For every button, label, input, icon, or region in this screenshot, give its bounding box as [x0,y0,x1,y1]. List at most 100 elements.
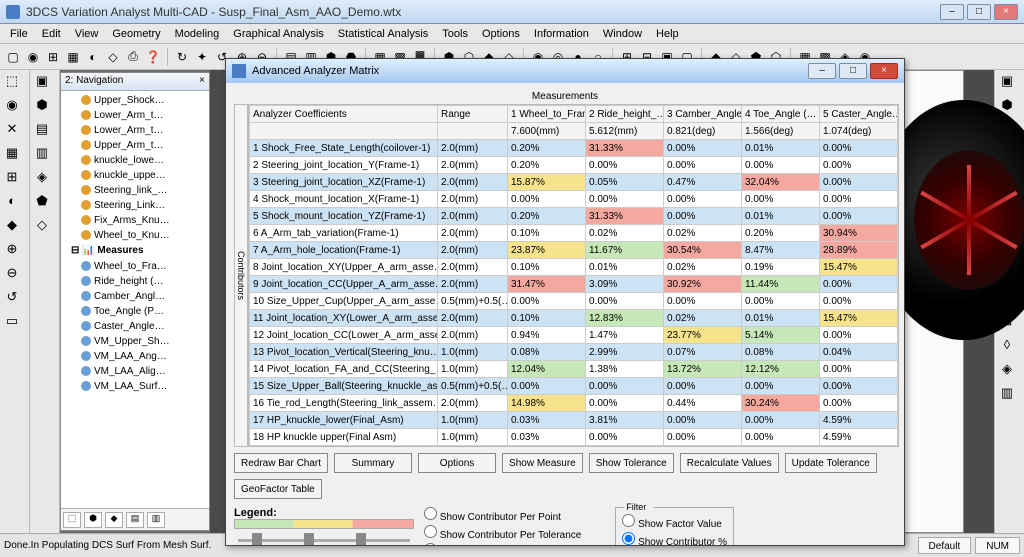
tree-item[interactable]: Steering_Link… [63,198,207,213]
tree-item[interactable]: VM_LAA_Alig… [63,364,207,379]
tree-item[interactable]: Upper_Arm_t… [63,138,207,153]
tb-icon[interactable]: ◆ [2,216,22,236]
grid-header[interactable]: 1 Wheel_to_Frame_r… [508,106,586,123]
tb-icon[interactable]: ▣ [997,72,1017,92]
toolbar-button[interactable]: ◇ [104,48,122,66]
tree-item[interactable]: VM_LAA_Ang… [63,349,207,364]
grid-row-label[interactable]: 9 Joint_location_CC(Upper_A_arm_asse… [250,276,438,293]
redrawправbarправchart-button[interactable]: Redraw Bar Chart [234,453,328,473]
radio-option[interactable] [424,543,437,545]
grid-row-label[interactable]: 8 Joint_location_XY(Upper_A_arm_asse… [250,259,438,276]
nav-header[interactable]: 2: Navigation × [61,73,209,91]
tb-icon[interactable]: ▣ [32,72,52,92]
showправmeasure-button[interactable]: Show Measure [502,453,583,473]
menu-window[interactable]: Window [597,26,648,42]
updateправtolerance-button[interactable]: Update Tolerance [785,453,877,473]
close-button[interactable]: × [994,4,1018,20]
grid-row-label[interactable]: 10 Size_Upper_Cup(Upper_A_arm_asse… [250,293,438,310]
summary-button[interactable]: Summary [334,453,412,473]
tb-icon[interactable]: ▦ [2,144,22,164]
tb-icon[interactable]: ⬟ [32,192,52,212]
tb-icon[interactable]: ⬢ [32,96,52,116]
tb-icon[interactable]: ⊕ [2,240,22,260]
tree-group-measures[interactable]: ⊟ 📊 Measures [63,243,207,259]
contributors-tab[interactable]: Contributors [234,104,248,447]
tree-item[interactable]: Lower_Arm_t… [63,123,207,138]
nav-btn[interactable]: ⬢ [84,512,102,528]
tree-item[interactable]: Wheel_to_Knu… [63,228,207,243]
grid-header[interactable]: 2 Ride_height_… [586,106,664,123]
toolbar-button[interactable]: ❓ [144,48,162,66]
menu-file[interactable]: File [4,26,34,42]
menu-view[interactable]: View [69,26,105,42]
tree-item[interactable]: knuckle_uppe… [63,168,207,183]
grid-row-label[interactable]: 17 HP_knuckle_lower(Final_Asm) [250,412,438,429]
grid-header[interactable]: 4 Toe_Angle (… [742,106,820,123]
grid-header[interactable]: Analyzer Coefficients [250,106,438,123]
tree-item[interactable]: Steering_link_… [63,183,207,198]
toolbar-button[interactable]: ▢ [4,48,22,66]
grid-row-label[interactable]: 16 Tie_rod_Length(Steering_link_assem… [250,395,438,412]
grid-row-label[interactable]: 14 Pivot_location_FA_and_CC(Steering_… [250,361,438,378]
tb-icon[interactable]: ◐ [2,192,22,212]
grid-row-label[interactable]: 3 Steering_joint_location_XZ(Frame-1) [250,174,438,191]
showправtolerance-button[interactable]: Show Tolerance [589,453,674,473]
grid-header[interactable]: 5 Caster_Angle… [820,106,898,123]
tb-icon[interactable]: ⬚ [2,72,22,92]
grid-row-label[interactable]: 2 Steering_joint_location_Y(Frame-1) [250,157,438,174]
tree-item[interactable]: Upper_Shock… [63,93,207,108]
menu-information[interactable]: Information [528,26,595,42]
nav-tree[interactable]: Upper_Shock…Lower_Arm_t…Lower_Arm_t…Uppe… [61,91,209,508]
geofactorправtable-button[interactable]: GeoFactor Table [234,479,322,499]
radio-option[interactable] [622,514,635,527]
toolbar-button[interactable]: ◐ [84,48,102,66]
status-default[interactable]: Default [918,537,972,554]
toolbar-button[interactable]: ▦ [64,48,82,66]
radio-option[interactable] [424,525,437,538]
recalculateправvalues-button[interactable]: Recalculate Values [680,453,779,473]
tb-icon[interactable]: ✕ [2,120,22,140]
grid-row-label[interactable]: 1 Shock_Free_State_Length(coilover-1) [250,140,438,157]
menu-graphical-analysis[interactable]: Graphical Analysis [227,26,330,42]
menu-statistical-analysis[interactable]: Statistical Analysis [332,26,434,42]
minimize-button[interactable]: ‒ [940,4,964,20]
grid-row-label[interactable]: 5 Shock_mount_location_YZ(Frame-1) [250,208,438,225]
options-button[interactable]: Options [418,453,496,473]
tb-icon[interactable]: ▥ [997,384,1017,404]
grid-row-label[interactable]: 4 Shock_mount_location_X(Frame-1) [250,191,438,208]
menu-modeling[interactable]: Modeling [169,26,226,42]
menu-help[interactable]: Help [650,26,685,42]
menu-tools[interactable]: Tools [436,26,474,42]
dialog-max-button[interactable]: □ [839,63,867,79]
dialog-titlebar[interactable]: Advanced Analyzer Matrix ‒ □ × [226,59,904,83]
grid-header[interactable]: Range [438,106,508,123]
tree-item[interactable]: VM_Upper_Sh… [63,334,207,349]
tree-item[interactable]: Camber_Angl… [63,289,207,304]
grid-row-label[interactable]: 15 Size_Upper_Ball(Steering_knuckle_as… [250,378,438,395]
maximize-button[interactable]: □ [967,4,991,20]
tb-icon[interactable]: ◊ [997,336,1017,356]
grid-row-label[interactable]: 6 A_Arm_tab_variation(Frame-1) [250,225,438,242]
tb-icon[interactable]: ▥ [32,144,52,164]
nav-btn[interactable]: ▥ [147,512,165,528]
tree-item[interactable]: Toe_Angle (P… [63,304,207,319]
tb-icon[interactable]: ⊞ [2,168,22,188]
tb-icon[interactable]: ▤ [32,120,52,140]
grid-header[interactable]: 3 Camber_Angle… [664,106,742,123]
tb-icon[interactable]: ◉ [2,96,22,116]
grid-row-label[interactable]: 13 Pivot_location_Vertical(Steering_knu… [250,344,438,361]
nav-btn[interactable]: ◆ [105,512,123,528]
toolbar-button[interactable]: ↻ [173,48,191,66]
nav-btn[interactable]: ⬚ [63,512,81,528]
radio-option[interactable] [622,532,635,545]
tb-icon[interactable]: ◈ [997,360,1017,380]
tb-icon[interactable]: ◈ [32,168,52,188]
tree-item[interactable]: Fix_Arms_Knu… [63,213,207,228]
grid-row-label[interactable]: 7 A_Arm_hole_location(Frame-1) [250,242,438,259]
tree-item[interactable]: Caster_Angle… [63,319,207,334]
menu-geometry[interactable]: Geometry [106,26,166,42]
dialog-min-button[interactable]: ‒ [808,63,836,79]
grid-row-label[interactable]: 12 Joint_location_CC(Lower_A_arm_asse… [250,327,438,344]
tree-item[interactable]: Wheel_to_Fra… [63,259,207,274]
analyzer-grid[interactable]: Analyzer CoefficientsRange1 Wheel_to_Fra… [248,104,899,447]
